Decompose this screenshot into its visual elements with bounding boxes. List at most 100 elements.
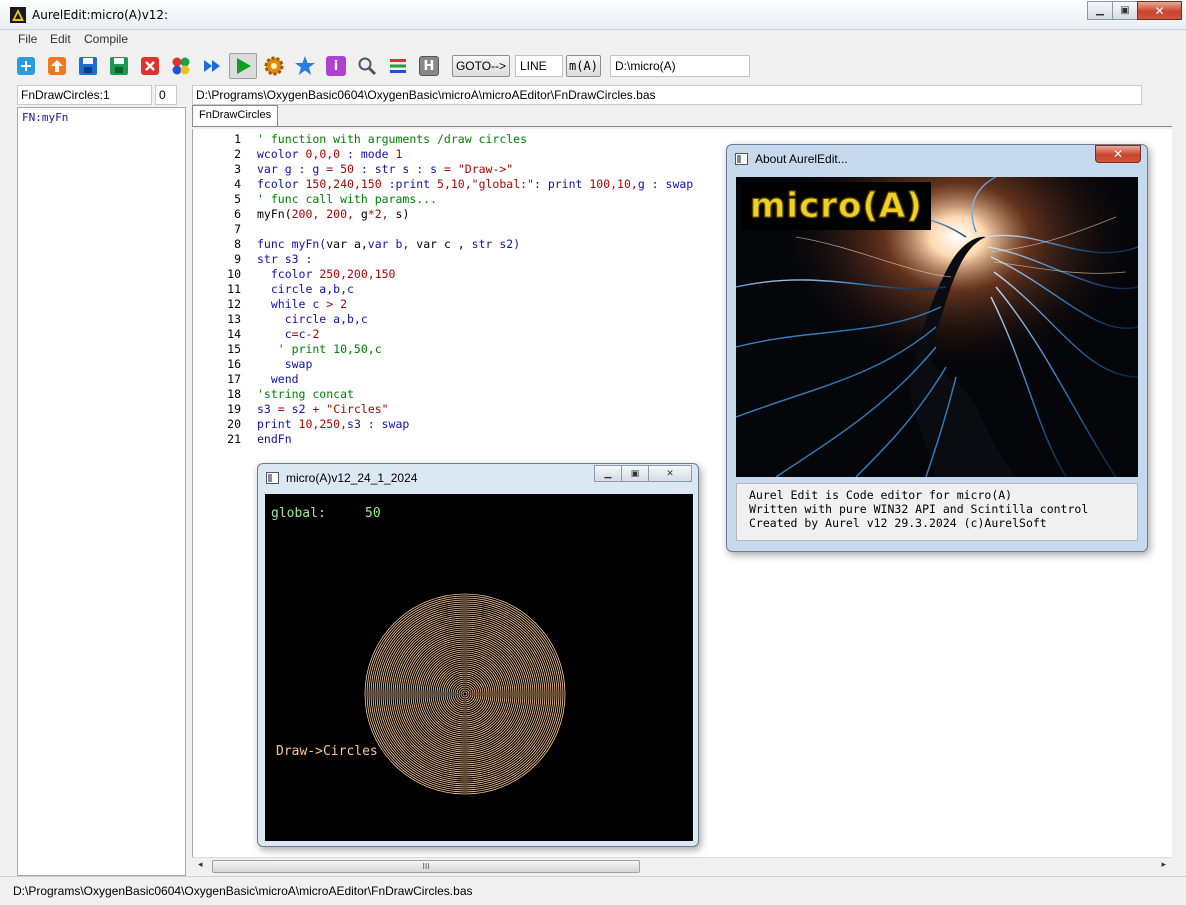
line-number: 19 <box>227 402 241 416</box>
run-minimize-button[interactable]: ▁ <box>594 465 622 482</box>
run-maximize-button[interactable]: ▣ <box>621 465 649 482</box>
search-button[interactable] <box>355 54 379 78</box>
horizontal-scrollbar[interactable]: ◂ III ▸ <box>192 857 1172 874</box>
tab-divider <box>192 126 1172 127</box>
number-field[interactable] <box>155 85 177 105</box>
minimize-button[interactable]: ▁ <box>1087 1 1113 20</box>
path-input[interactable] <box>610 55 750 77</box>
run-output-window[interactable]: micro(A)v12_24_1_2024 ▁ ▣ ✕ global: 50 D… <box>257 463 699 847</box>
code-line[interactable]: print 10,250,s3 : swap <box>257 417 409 431</box>
scrollbar-thumb[interactable]: III <box>212 860 640 873</box>
line-number: 20 <box>227 417 241 431</box>
line-number: 2 <box>234 147 241 161</box>
close-button[interactable]: ✕ <box>1137 1 1182 20</box>
circle-ring <box>402 631 528 757</box>
close-icon: ✕ <box>666 468 674 479</box>
help-button[interactable]: H <box>417 54 441 78</box>
line-number: 16 <box>227 357 241 371</box>
code-line[interactable]: wcolor 0,0,0 : mode 1 <box>257 147 402 161</box>
menu-file[interactable]: File <box>14 32 41 46</box>
code-token: 1 <box>395 147 403 161</box>
code-line[interactable]: fcolor 250,200,150 <box>257 267 396 281</box>
code-line[interactable]: ' print 10,50,c <box>257 342 382 356</box>
code-token: circle a,b,c <box>257 312 368 326</box>
code-line[interactable]: swap <box>257 357 313 371</box>
code-token: swap <box>257 357 313 371</box>
colors-button[interactable] <box>169 54 193 78</box>
code-line[interactable]: while c > 2 <box>257 297 347 311</box>
favorite-button[interactable] <box>293 54 317 78</box>
close-file-button[interactable] <box>138 54 162 78</box>
circle-ring <box>454 683 476 705</box>
line-number: 6 <box>234 207 241 221</box>
run-button[interactable] <box>229 53 257 79</box>
maximize-icon: ▣ <box>1120 5 1130 16</box>
about-line-1: Aurel Edit is Code editor for micro(A) <box>749 488 1013 502</box>
menu-edit[interactable]: Edit <box>46 32 75 46</box>
code-line[interactable]: ' function with arguments /draw circles <box>257 132 527 146</box>
goto-button[interactable]: GOTO--> <box>452 55 510 77</box>
fast-forward-button[interactable] <box>200 54 224 78</box>
code-line[interactable]: wend <box>257 372 299 386</box>
open-folder-icon <box>48 57 66 75</box>
code-token: 0,0,0 <box>305 147 341 161</box>
code-token: 10,250, <box>298 417 348 431</box>
code-line[interactable]: s3 = s2 + "Circles" <box>257 402 389 416</box>
settings-button[interactable] <box>262 54 286 78</box>
h-icon: H <box>419 56 439 76</box>
open-file-button[interactable] <box>45 54 69 78</box>
function-field[interactable] <box>17 85 152 105</box>
code-token: circle a,b,c <box>257 282 354 296</box>
circle-ring <box>442 671 488 717</box>
code-token: "Circles" <box>319 402 389 416</box>
code-token: wend <box>257 372 299 386</box>
save-button[interactable] <box>76 54 100 78</box>
circle-ring <box>448 677 482 711</box>
line-number: 14 <box>227 327 241 341</box>
circle-ring <box>400 629 530 759</box>
code-token: "global:" <box>471 177 534 191</box>
circle-ring <box>440 669 490 719</box>
circle-ring <box>408 637 522 751</box>
close-x-icon <box>141 57 159 75</box>
tab-fndrawcircles[interactable]: FnDrawCircles <box>192 105 279 127</box>
code-token: ' print 10,50,c <box>257 342 382 356</box>
play-icon <box>237 58 251 74</box>
function-list-item[interactable]: FN:myFn <box>22 111 68 124</box>
code-token: ' func call with params... <box>257 192 438 206</box>
save-as-button[interactable] <box>107 54 131 78</box>
filepath-field[interactable] <box>192 85 1142 105</box>
info-button[interactable]: i <box>324 54 348 78</box>
code-line[interactable]: ' func call with params... <box>257 192 437 206</box>
code-line[interactable]: endFn <box>257 432 292 446</box>
list-button[interactable] <box>386 54 410 78</box>
maximize-button[interactable]: ▣ <box>1112 1 1138 20</box>
ma-button[interactable]: m(A) <box>566 55 601 77</box>
run-close-button[interactable]: ✕ <box>648 465 692 482</box>
code-line[interactable]: fcolor 150,240,150 :print 5,10,"global:"… <box>257 177 693 191</box>
code-line[interactable]: 'string concat <box>257 387 354 401</box>
scroll-right-icon[interactable]: ▸ <box>1161 860 1166 870</box>
code-token: 2, <box>374 207 389 221</box>
code-line[interactable]: str s3 : <box>257 252 312 266</box>
line-input[interactable] <box>515 55 563 77</box>
line-number: 9 <box>234 252 241 266</box>
menu-compile[interactable]: Compile <box>80 32 132 46</box>
code-line[interactable]: myFn(200, 200, g*2, s) <box>257 207 409 221</box>
star-icon <box>295 56 315 75</box>
code-line[interactable]: var g : g = 50 : str s : s = "Draw->" <box>257 162 513 176</box>
code-token: "Draw->" <box>450 162 514 176</box>
code-line[interactable]: c=c-2 <box>257 327 320 341</box>
line-number: 18 <box>227 387 241 401</box>
line-number-gutter: 1 2 3 4 5 6 7 8 9 10 11 12 13 14 15 16 17 18 19 20 21 <box>193 129 249 857</box>
line-number: 1 <box>234 132 241 146</box>
code-line[interactable]: func myFn(var a,var b, var c , str s2) <box>257 237 520 251</box>
menu-bar: File Edit Compile <box>0 31 1186 49</box>
about-dialog[interactable]: About AurelEdit... ✕ micro(A) Aurel Edit… <box>726 144 1148 552</box>
new-file-button[interactable] <box>14 54 38 78</box>
scroll-left-icon[interactable]: ◂ <box>198 860 203 870</box>
code-line[interactable]: circle a,b,c <box>257 312 368 326</box>
about-close-button[interactable]: ✕ <box>1095 145 1141 163</box>
code-line[interactable]: circle a,b,c <box>257 282 354 296</box>
color-palette-icon <box>172 57 190 75</box>
